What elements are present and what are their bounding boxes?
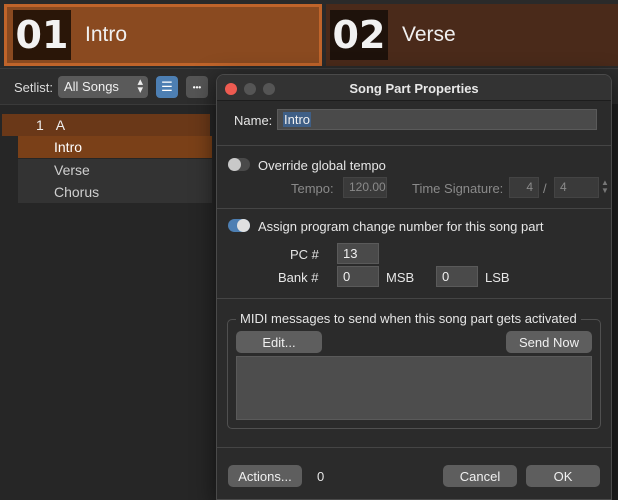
edit-midi-button[interactable]: Edit... [236,331,322,353]
dialog-titlebar: Song Part Properties [217,75,611,101]
midi-messages-group: MIDI messages to send when this song par… [227,311,601,429]
time-sig-slash: / [543,181,547,196]
tile-name: Intro [85,23,128,46]
song-part-row-verse[interactable]: Verse [18,159,212,181]
midi-messages-list[interactable] [236,356,592,420]
midi-messages-group-title: MIDI messages to send when this song par… [236,311,581,326]
separator [217,447,611,448]
msb-label: MSB [386,270,415,285]
song-part-properties-dialog: Song Part Properties Name: Intro Overrid… [216,74,612,500]
divider [0,104,216,105]
select-arrows-icon: ▴ ▾ [137,76,143,96]
lsb-label: LSB [485,270,510,285]
song-part-row-intro[interactable]: Intro [18,136,212,158]
cancel-button[interactable]: Cancel [443,465,517,487]
pc-label: PC # [290,247,319,262]
song-part-tiles: 01 Intro 02 Verse [0,0,618,68]
actions-button[interactable]: Actions... [228,465,302,487]
more-icon: ••• [192,82,202,92]
bank-label: Bank # [278,270,319,285]
sort-list-button[interactable]: ☰ [156,76,178,98]
name-field[interactable]: Intro [277,109,597,130]
tempo-field[interactable]: 120.00 [343,177,387,198]
assign-program-change-label: Assign program change number for this so… [258,219,544,234]
dialog-title: Song Part Properties [349,81,479,96]
send-now-button[interactable]: Send Now [506,331,592,353]
more-options-button[interactable]: ••• [186,76,208,98]
override-tempo-label: Override global tempo [258,158,386,173]
toggle-knob [228,158,241,171]
lsb-value: 0 [442,269,450,284]
lsb-field[interactable]: 0 [436,266,478,287]
msb-value: 0 [343,269,351,284]
override-tempo-toggle[interactable] [228,158,250,171]
tile-number: 02 [330,10,388,60]
song-number: 1 [36,117,44,133]
setlist-label: Setlist: [14,80,54,95]
name-label: Name: [234,113,273,128]
time-sig-numerator: 4 [526,180,533,194]
song-name: A [55,117,66,133]
tile-number: 01 [13,10,71,60]
song-list-panel: 1 A Intro Verse Chorus [0,104,216,500]
msb-field[interactable]: 0 [337,266,379,287]
app-window: 01 Intro 02 Verse Setlist: All Songs ▴ ▾ … [0,0,618,500]
pc-field[interactable]: 13 [337,243,379,264]
song-part-tile-verse[interactable]: 02 Verse [326,4,618,66]
song-part-row-chorus[interactable]: Chorus [18,181,212,203]
separator [217,145,611,146]
song-part-tile-intro[interactable]: 01 Intro [4,4,322,66]
assign-program-change-toggle[interactable] [228,219,250,232]
time-sig-stepper-icon[interactable]: ▲ ▼ [600,177,610,198]
tempo-value: 120.00 [349,180,386,194]
toggle-knob [237,219,250,232]
separator [217,208,611,209]
separator [217,298,611,299]
setlist-select[interactable]: All Songs ▴ ▾ [58,76,148,98]
setlist-select-value: All Songs [64,79,119,94]
time-signature-label: Time Signature: [412,181,504,196]
pc-value: 13 [343,246,358,261]
actions-count: 0 [317,469,325,484]
time-sig-denominator-field[interactable]: 4 [554,177,599,198]
list-sort-icon: ☰ [161,79,173,94]
tile-name: Verse [402,23,456,46]
tempo-label: Tempo: [291,181,334,196]
song-row[interactable]: 1 A [2,114,210,136]
time-sig-numerator-field[interactable]: 4 [509,177,539,198]
ok-button[interactable]: OK [526,465,600,487]
name-field-value: Intro [283,112,312,127]
time-sig-denominator: 4 [560,180,567,194]
